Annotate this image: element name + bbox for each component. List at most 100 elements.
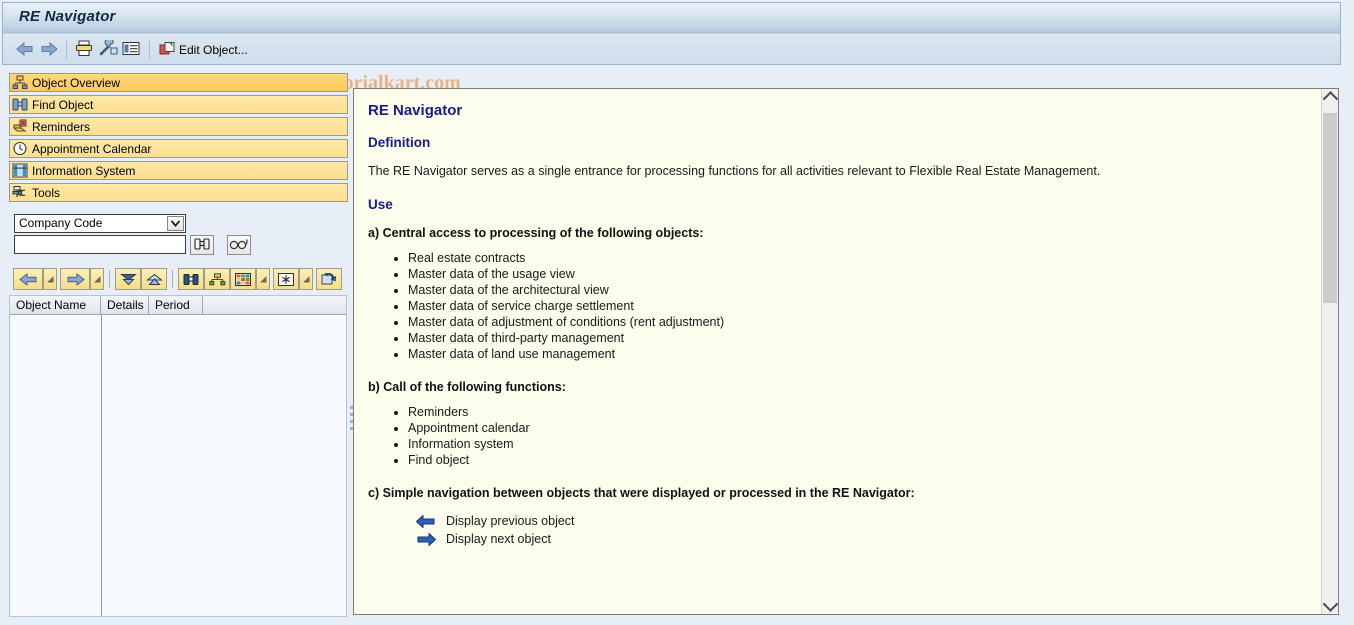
sidebar-item-label: Information System	[32, 163, 136, 178]
table-column-object-name[interactable]: Object Name	[10, 296, 101, 314]
expand-all-button[interactable]	[115, 268, 141, 290]
tools-icon	[12, 185, 28, 200]
doc-section-c: c) Simple navigation between objects tha…	[368, 486, 915, 500]
next-object-icon	[416, 532, 446, 546]
documentation-content: RE Navigator Definition The RE Navigator…	[368, 102, 1307, 548]
list-item: Master data of service charge settlement	[408, 298, 1307, 314]
documentation-pane: RE Navigator Definition The RE Navigator…	[353, 88, 1339, 615]
list-item: Appointment calendar	[408, 420, 1307, 436]
list-item: Master data of land use management	[408, 346, 1307, 362]
list-item: Real estate contracts	[408, 250, 1307, 266]
table-column-period[interactable]: Period	[149, 296, 203, 314]
list-item: Master data of third-party management	[408, 330, 1307, 346]
doc-nav-line-text: Display next object	[446, 532, 551, 546]
object-type-value: Company Code	[19, 216, 103, 230]
forward-arrow-icon	[39, 41, 59, 60]
next-object-menu[interactable]	[90, 268, 104, 290]
find-button[interactable]	[178, 268, 204, 290]
previous-object-menu[interactable]	[43, 268, 57, 290]
re-navigator-window: RE Navigator Edit Object... © www.tutori…	[0, 0, 1354, 625]
display-object-button[interactable]	[227, 235, 251, 255]
layout-button[interactable]	[122, 39, 140, 61]
navigation-pane: Object Overview Find Object Reminders Ap…	[3, 70, 353, 618]
doc-definition-heading: Definition	[368, 135, 431, 150]
previous-object-icon	[416, 514, 446, 528]
reminders-icon	[12, 119, 28, 134]
sidebar-item-label: Reminders	[32, 119, 91, 134]
table-grid-line	[101, 315, 102, 616]
doc-section-b: b) Call of the following functions:	[368, 380, 566, 394]
back-button[interactable]	[15, 39, 35, 61]
object-type-select[interactable]: Company Code	[14, 214, 186, 233]
toolbar-divider-1	[66, 41, 67, 59]
select-layout-button[interactable]	[273, 268, 299, 290]
object-overview-icon	[12, 75, 28, 90]
forward-button[interactable]	[39, 39, 59, 61]
list-item: Master data of adjustment of conditions …	[408, 314, 1307, 330]
table-layout-menu[interactable]	[256, 268, 270, 290]
doc-list-b: RemindersAppointment calendarInformation…	[368, 404, 1307, 468]
chevron-down-icon[interactable]	[167, 216, 184, 231]
list-item: Reminders	[408, 404, 1307, 420]
nav-toolbar-divider-2	[172, 270, 173, 288]
object-table: Object Name Details Period	[9, 295, 353, 617]
doc-definition-text: The RE Navigator serves as a single entr…	[368, 164, 1101, 178]
doc-section-a: a) Central access to processing of the f…	[368, 226, 704, 240]
list-item: Master data of the architectural view	[408, 282, 1307, 298]
print-button[interactable]	[75, 39, 93, 61]
glasses-icon	[229, 237, 249, 254]
settings-button[interactable]	[98, 37, 118, 61]
chevron-down-icon	[1322, 596, 1338, 612]
doc-title: RE Navigator	[368, 102, 463, 119]
application-toolbar: Edit Object... © www.tutorialkart.com	[2, 33, 1341, 94]
refresh-button[interactable]	[316, 268, 342, 290]
list-item: Find object	[408, 452, 1307, 468]
chevron-up-icon	[1322, 91, 1338, 107]
binoculars-icon	[194, 237, 210, 254]
list-layout-icon	[122, 41, 140, 59]
window-title: RE Navigator	[19, 8, 116, 25]
table-column-details[interactable]: Details	[101, 296, 149, 314]
sidebar-item-label: Find Object	[32, 97, 94, 112]
sidebar-item-appointment-calendar[interactable]: Appointment Calendar	[9, 139, 348, 158]
doc-nav-line: Display previous object	[416, 512, 1307, 530]
table-header-row: Object Name Details Period	[10, 296, 346, 315]
previous-object-button[interactable]	[13, 268, 43, 290]
find-object-button[interactable]	[190, 235, 214, 255]
back-arrow-icon	[15, 41, 35, 60]
scrollbar-thumb[interactable]	[1323, 113, 1337, 303]
sidebar-item-reminders[interactable]: Reminders	[9, 117, 348, 136]
clock-icon	[12, 141, 28, 156]
documentation-scroll-region: RE Navigator Definition The RE Navigator…	[354, 89, 1321, 614]
work-area: Object Overview Find Object Reminders Ap…	[2, 65, 1341, 621]
edit-object-button[interactable]: Edit Object...	[159, 39, 248, 61]
sidebar-item-tools[interactable]: Tools	[9, 183, 348, 202]
sidebar-item-label: Tools	[32, 185, 61, 200]
sidebar-item-label: Appointment Calendar	[32, 141, 152, 156]
doc-list-a: Real estate contractsMaster data of the …	[368, 250, 1307, 362]
sidebar-item-information-system[interactable]: Information System	[9, 161, 348, 180]
select-layout-menu[interactable]	[299, 268, 313, 290]
edit-object-icon	[159, 41, 176, 60]
info-system-icon	[12, 163, 28, 178]
doc-use-heading: Use	[368, 197, 393, 212]
window-titlebar: RE Navigator	[2, 2, 1341, 33]
table-layout-button[interactable]	[230, 268, 256, 290]
toolbar-divider-2	[149, 41, 150, 59]
hierarchy-button[interactable]	[204, 268, 230, 290]
scroll-down-button[interactable]	[1322, 596, 1338, 614]
edit-object-label: Edit Object...	[179, 43, 248, 57]
scroll-up-button[interactable]	[1322, 89, 1338, 107]
sidebar-item-object-overview[interactable]: Object Overview	[9, 73, 348, 92]
nav-toolbar-divider-1	[109, 270, 110, 288]
list-item: Information system	[408, 436, 1307, 452]
search-input[interactable]	[14, 235, 186, 254]
sidebar-item-label: Object Overview	[32, 75, 121, 90]
sidebar-item-find-object[interactable]: Find Object	[9, 95, 348, 114]
print-icon	[75, 40, 93, 60]
wrench-icon	[98, 37, 118, 60]
documentation-scrollbar[interactable]	[1321, 89, 1338, 614]
list-item: Master data of the usage view	[408, 266, 1307, 282]
next-object-button[interactable]	[60, 268, 90, 290]
collapse-all-button[interactable]	[141, 268, 167, 290]
